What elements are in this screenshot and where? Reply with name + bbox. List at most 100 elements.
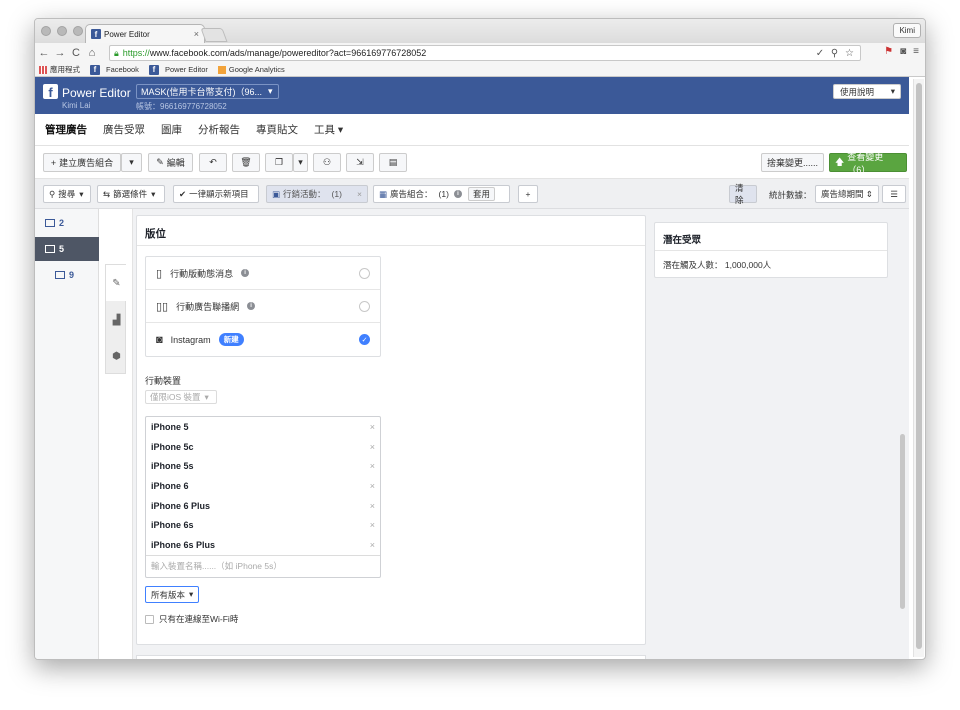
delete-button[interactable]: 🗑︎ — [232, 153, 260, 172]
edit-tab-pencil-icon[interactable]: ✎ — [106, 265, 127, 301]
placement-mobile-feed[interactable]: ▯ 行動版動態消息 i — [146, 257, 380, 290]
duplicate-button[interactable]: ❐ — [265, 153, 293, 172]
tab-close-icon[interactable]: × — [194, 29, 199, 39]
bookmark-power-editor[interactable]: f Power Editor — [148, 64, 208, 75]
checkmark-icon: ✔ — [179, 188, 187, 199]
remove-icon[interactable]: × — [370, 540, 375, 550]
device-name: iPhone 5s — [151, 461, 194, 472]
device-name: iPhone 5c — [151, 441, 194, 452]
back-icon[interactable]: ← — [37, 47, 51, 59]
nav-library[interactable]: 圖庫 — [161, 122, 182, 137]
add-filter-button[interactable]: + — [518, 185, 538, 203]
home-icon[interactable]: ⌂ — [85, 47, 99, 59]
edit-button[interactable]: ✎ 編輯 — [148, 153, 193, 172]
review-label: 查看變更（6） — [847, 151, 884, 175]
panel-scrollbar[interactable] — [900, 434, 905, 609]
wifi-only-checkbox[interactable] — [145, 614, 154, 624]
camera-icon[interactable]: ◙ — [900, 46, 906, 57]
search-icon: ⚲ — [49, 188, 56, 199]
ad-icon — [55, 271, 65, 279]
minimize-window-button[interactable] — [57, 26, 67, 36]
remove-icon[interactable]: × — [370, 442, 375, 452]
new-tab-button[interactable] — [200, 28, 228, 42]
level-rail: 2 5 9 — [35, 209, 99, 659]
os-version-select[interactable]: 所有版本 ▾ — [145, 586, 200, 603]
audience-card: 潛在受眾 潛在觸及人數： 1,000,000人 — [654, 222, 888, 278]
wifi-only-label: 只有在連線至Wi-Fi時 — [159, 614, 239, 624]
wifi-only-option[interactable]: 只有在連線至Wi-Fi時 — [145, 613, 238, 625]
close-window-button[interactable] — [41, 26, 51, 36]
create-dropdown-button[interactable]: ▾ — [121, 153, 142, 172]
filter-button[interactable]: ⇆ 篩選條件 ▾ — [97, 185, 165, 203]
duplicate-dropdown-button[interactable]: ▾ — [293, 153, 308, 172]
placement-instagram[interactable]: ◙ Instagram 新建 ✓ — [146, 323, 380, 356]
remove-icon[interactable]: × — [370, 481, 375, 491]
undo-button[interactable]: ↶ — [199, 153, 227, 172]
menu-icon[interactable]: ≡ — [913, 46, 919, 57]
profile-button[interactable]: Kimi — [893, 23, 921, 38]
device-os-select[interactable]: 僅限iOS 裝置 ▾ — [145, 390, 217, 404]
reload-icon[interactable]: C — [69, 47, 83, 59]
placement-radio[interactable] — [359, 300, 370, 312]
help-button[interactable]: 使用說明 ▾ — [833, 84, 901, 99]
stats-label: 統計數據： — [769, 190, 812, 200]
bookmark-apps[interactable]: 應用程式 — [39, 64, 80, 75]
search-button[interactable]: ⚲ 搜尋 ▾ — [43, 185, 91, 203]
window-scrollbar[interactable] — [913, 79, 924, 657]
create-adset-button[interactable]: + 建立廣告組合 — [43, 153, 121, 172]
stats-period-select[interactable]: 廣告總期間 ⇕ — [815, 185, 879, 203]
analytics-icon — [217, 65, 226, 74]
bookmark-star-icon[interactable]: ✓ ⚲ ☆ — [816, 48, 856, 59]
columns-settings-button[interactable]: ☰ — [882, 185, 906, 203]
edit-label: 編輯 — [166, 158, 185, 168]
history-tab-box-icon[interactable]: ⬢ — [106, 338, 127, 374]
nav-tools[interactable]: 工具 ▾ — [314, 122, 343, 137]
nav-audiences[interactable]: 廣告受眾 — [103, 122, 145, 137]
campaign-icon: ▣ — [272, 188, 281, 199]
clear-button[interactable]: 清除 — [729, 183, 757, 205]
notes-button[interactable]: ▤ — [379, 153, 407, 172]
move-button[interactable]: ⚇ — [313, 153, 341, 172]
main-nav: 管理廣告 廣告受眾 圖庫 分析報告 專頁貼文 工具 ▾ — [35, 114, 909, 146]
browser-tab[interactable]: f Power Editor × — [85, 24, 205, 43]
rail-ads[interactable]: 9 — [35, 263, 99, 287]
device-label: 行動裝置 — [145, 376, 182, 386]
show-new-toggle[interactable]: ✔ 一律顯示新項目 — [173, 185, 259, 203]
account-selector[interactable]: MASK(信用卡台幣支付)（96... ▾ — [136, 84, 279, 99]
adset-filter-label: 廣告組合： — [390, 189, 433, 199]
lock-icon: 🔒︎ — [114, 47, 119, 58]
campaign-filter-chip[interactable]: ▣ 行銷活動： (1) × — [266, 185, 368, 203]
bookmark-google-analytics[interactable]: Google Analytics — [217, 65, 285, 74]
remove-icon[interactable]: × — [370, 520, 375, 530]
url-bar[interactable]: 🔒︎ https:// www.facebook.com /ads/manage… — [109, 45, 861, 61]
export-button[interactable]: ⇲ — [346, 153, 374, 172]
discard-changes-button[interactable]: 捨棄變更...... — [761, 153, 824, 172]
rail-adsets[interactable]: 5 — [35, 237, 99, 261]
remove-icon[interactable]: × — [370, 422, 375, 432]
placement-radio[interactable] — [359, 267, 370, 279]
close-icon[interactable]: × — [357, 189, 362, 199]
adset-filter-chip[interactable]: ▦ 廣告組合： (1) i 套用 — [373, 185, 510, 203]
campaign-filter-label: 行銷活動： — [283, 189, 326, 199]
review-changes-button[interactable]: 🡅︎ 查看變更（6） — [829, 152, 907, 175]
zoom-window-button[interactable] — [73, 26, 83, 36]
remove-icon[interactable]: × — [370, 461, 375, 471]
cart-icon[interactable]: ⚑ — [884, 46, 893, 57]
facebook-icon: f — [148, 64, 159, 75]
device-item: iPhone 6 Plus × — [146, 496, 380, 516]
nav-reports[interactable]: 分析報告 — [198, 122, 240, 137]
bookmark-facebook[interactable]: f Facebook — [90, 64, 139, 75]
nav-manage-ads[interactable]: 管理廣告 — [45, 122, 87, 137]
apply-button[interactable]: 套用 — [467, 187, 495, 201]
forward-icon[interactable]: → — [53, 47, 67, 59]
stats-tab-bars-icon[interactable]: ▟ — [106, 302, 127, 338]
nav-page-posts[interactable]: 專頁貼文 — [256, 122, 298, 137]
placement-audience-network[interactable]: ▯▯ 行動廣告聯播網 i — [146, 290, 380, 323]
facebook-logo-icon[interactable]: f — [43, 84, 58, 99]
device-search-input[interactable]: 輸入裝置名稱......（如 iPhone 5s） — [146, 554, 380, 577]
rail-campaigns[interactable]: 2 — [35, 211, 99, 235]
chevron-down-icon: ▾ — [298, 157, 303, 167]
placement-radio-checked[interactable]: ✓ — [359, 334, 370, 345]
remove-icon[interactable]: × — [370, 501, 375, 511]
window-scroll-thumb[interactable] — [916, 83, 922, 649]
